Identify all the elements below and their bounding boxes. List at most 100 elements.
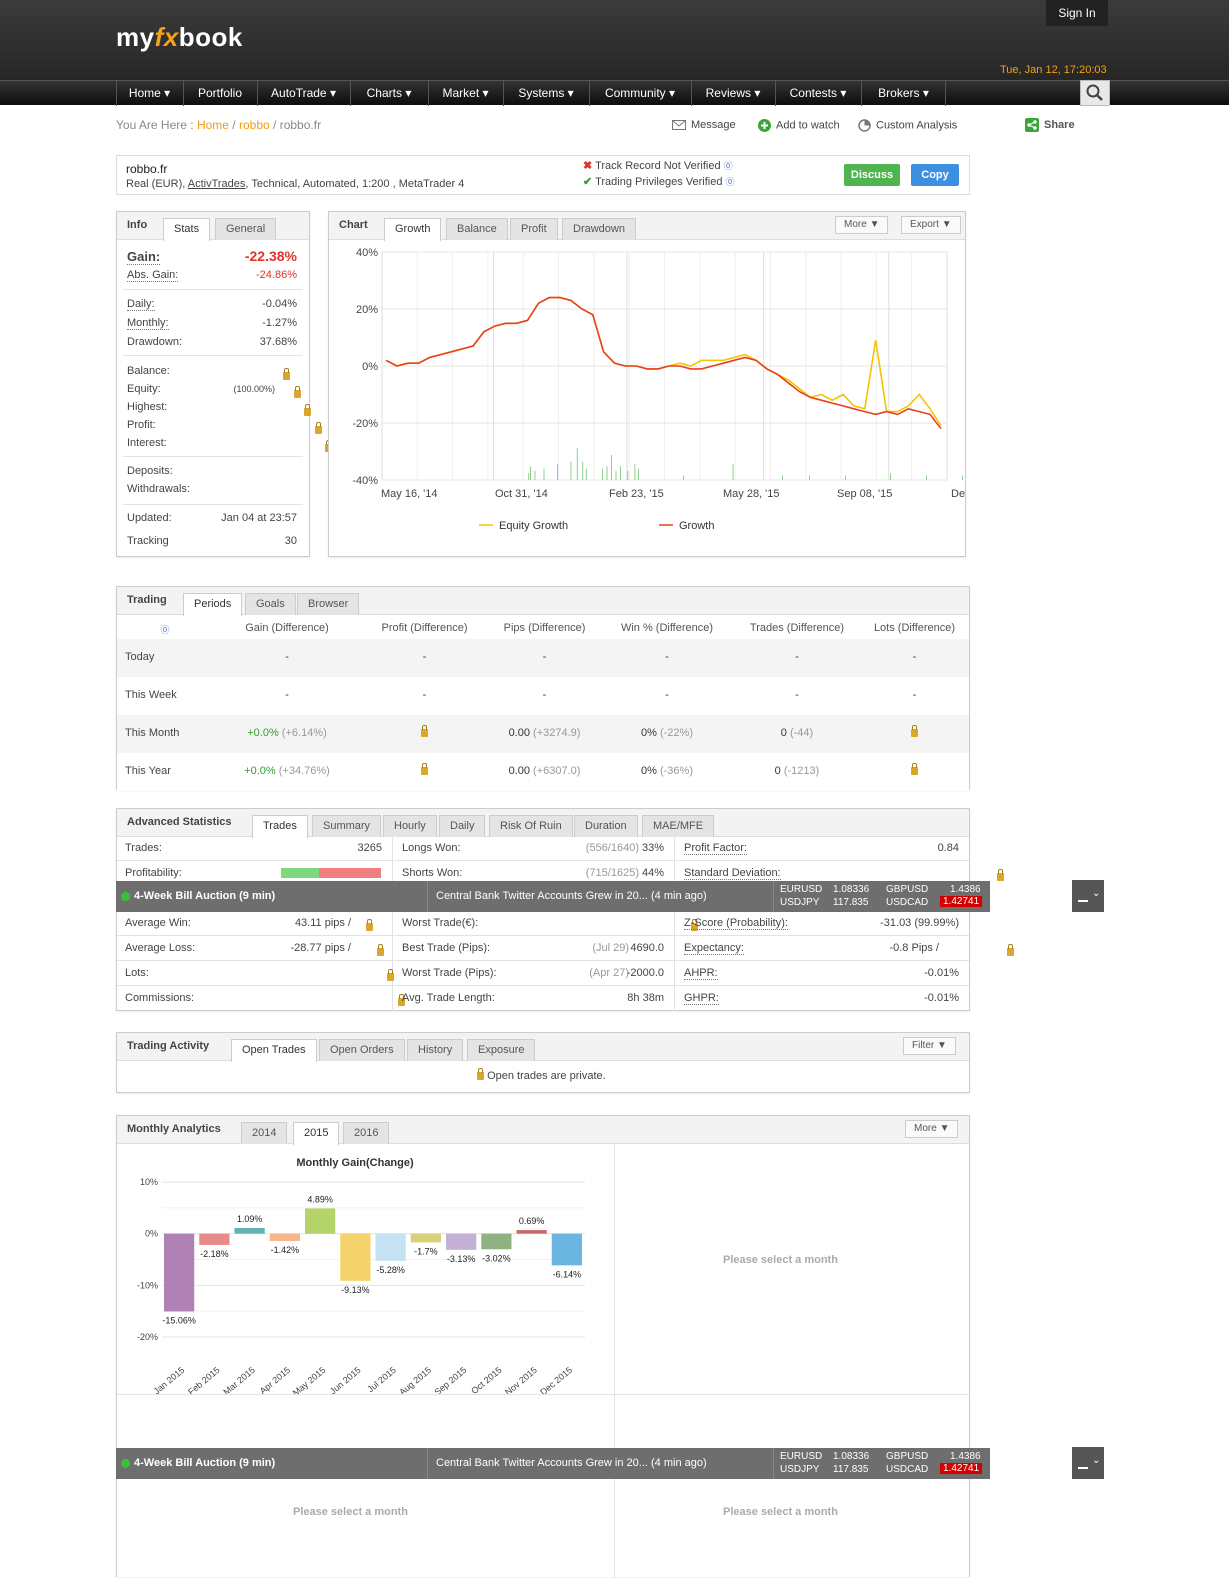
volume-bar xyxy=(611,454,612,480)
ticker-headline-2[interactable]: Central Bank Twitter Accounts Grew in 20… xyxy=(436,881,771,912)
x-tick-label: Dec 16, '15 xyxy=(951,488,965,500)
help-icon[interactable]: ⓪ xyxy=(726,177,735,187)
tab-2014[interactable]: 2014 xyxy=(241,1122,288,1144)
volume-bar xyxy=(809,475,810,480)
nav-market[interactable]: Market ▾ xyxy=(428,81,502,106)
tab-growth[interactable]: Growth xyxy=(384,218,442,241)
bar-data-label: 0.69% xyxy=(519,1216,545,1226)
lots-label: Lots: xyxy=(125,967,149,979)
tab-summary[interactable]: Summary xyxy=(312,815,382,837)
withdrawals-label: Withdrawals: xyxy=(127,483,190,495)
period-label: This Week xyxy=(125,689,177,701)
y-tick-label: 40% xyxy=(356,247,378,259)
col-lots: Lots (Difference) xyxy=(873,622,956,634)
share-link[interactable]: Share xyxy=(1025,118,1075,132)
nav-autotrade[interactable]: AutoTrade ▾ xyxy=(257,81,349,106)
copy-button[interactable]: Copy xyxy=(911,164,959,186)
std-dev-label: Standard Deviation: xyxy=(684,867,781,880)
breadcrumb-user[interactable]: robbo xyxy=(239,118,270,132)
tab-periods[interactable]: Periods xyxy=(183,593,243,616)
tab-exposure[interactable]: Exposure xyxy=(467,1039,536,1061)
avg-trade-length: 8h 38m xyxy=(627,992,664,1004)
tab-2016[interactable]: 2016 xyxy=(343,1122,390,1144)
discuss-button[interactable]: Discuss xyxy=(844,164,900,186)
table-cell: - xyxy=(912,651,917,663)
col-pips: Pips (Difference) xyxy=(503,622,586,634)
tab-profit[interactable]: Profit xyxy=(510,218,558,240)
tab-2015[interactable]: 2015 xyxy=(293,1122,340,1145)
help-icon[interactable]: ⓪ xyxy=(157,623,173,636)
share-icon xyxy=(1025,118,1039,132)
tab-trades[interactable]: Trades xyxy=(252,815,308,838)
divider xyxy=(675,985,969,986)
nav-community[interactable]: Community ▾ xyxy=(589,81,690,106)
breadcrumb-home[interactable]: Home xyxy=(197,118,229,132)
tab-browser[interactable]: Browser xyxy=(297,593,360,615)
usdcad-label: USDCAD xyxy=(886,1464,929,1475)
nav-charts[interactable]: Charts ▾ xyxy=(350,81,427,106)
tab-drawdown[interactable]: Drawdown xyxy=(562,218,636,240)
table-cell: 0 (-44) xyxy=(780,727,814,739)
chart-export-button[interactable]: Export ▼ xyxy=(901,216,961,234)
tab-history[interactable]: History xyxy=(407,1039,464,1061)
volume-bar xyxy=(627,470,629,480)
filter-button[interactable]: Filter ▼ xyxy=(903,1037,956,1055)
myfxbook-logo[interactable]: myfxbook xyxy=(116,22,243,53)
volume-bar xyxy=(620,466,621,480)
message-link[interactable]: Message xyxy=(672,119,736,131)
volume-bar xyxy=(602,468,603,480)
table-cell: - xyxy=(422,689,427,701)
ticker-headline-2[interactable]: Central Bank Twitter Accounts Grew in 20… xyxy=(436,1448,771,1479)
x-tick-label: May 2015 xyxy=(291,1365,328,1394)
tab-mae-mfe[interactable]: MAE/MFE xyxy=(642,815,715,837)
ticker-headline-1[interactable]: 4-Week Bill Auction (9 min) xyxy=(116,1448,428,1479)
sign-in-button[interactable]: Sign In xyxy=(1046,0,1108,26)
chart-more-button[interactable]: More ▼ xyxy=(835,216,889,234)
ticker-headline-1[interactable]: 4-Week Bill Auction (9 min) xyxy=(116,881,428,912)
tab-hourly[interactable]: Hourly xyxy=(383,815,437,837)
divider xyxy=(773,881,774,912)
col-trades: Trades (Difference) xyxy=(749,622,845,634)
ticker-toggle-button[interactable]: ⌄ xyxy=(1072,880,1104,912)
usdcad-value: 1.42741 xyxy=(940,1463,983,1474)
nav-reviews[interactable]: Reviews ▾ xyxy=(691,81,774,106)
breadcrumb: You Are Here : Home / robbo / robbo.fr xyxy=(116,118,322,132)
trading-title: Trading xyxy=(127,594,167,606)
tab-balance[interactable]: Balance xyxy=(446,218,508,240)
gain-value: -22.38% xyxy=(244,248,297,264)
monthly-bar xyxy=(340,1233,371,1281)
nav-portfolio[interactable]: Portfolio xyxy=(183,81,256,106)
tab-daily[interactable]: Daily xyxy=(439,815,486,837)
interest-label: Interest: xyxy=(127,437,167,449)
nav-home[interactable]: Home ▾ xyxy=(116,81,182,106)
tab-open-trades[interactable]: Open Trades xyxy=(231,1039,317,1062)
tab-duration[interactable]: Duration xyxy=(574,815,638,837)
tab-goals[interactable]: Goals xyxy=(245,593,296,615)
search-icon xyxy=(1086,84,1103,101)
divider xyxy=(123,456,303,457)
nav-contests[interactable]: Contests ▾ xyxy=(775,81,860,106)
ticker-toggle-button[interactable]: ⌄ xyxy=(1072,1447,1104,1479)
table-row: This Year +0.0% (+34.76%) 0.00 (+6307.0) 0%… xyxy=(117,753,969,791)
tab-general[interactable]: General xyxy=(215,218,277,240)
nav-systems[interactable]: Systems ▾ xyxy=(503,81,588,106)
tab-open-orders[interactable]: Open Orders xyxy=(319,1039,405,1061)
lock-icon xyxy=(293,386,301,398)
table-row: This Week - - - - - - xyxy=(117,677,969,715)
live-dot-icon xyxy=(121,1459,130,1468)
bar-data-label: 1.09% xyxy=(237,1214,263,1224)
usdcad-value: 1.42741 xyxy=(940,896,983,907)
tab-risk-of-ruin[interactable]: Risk Of Ruin xyxy=(489,815,573,837)
volume-bar xyxy=(634,464,636,480)
row-divider xyxy=(117,1394,969,1395)
monthly-more-button[interactable]: More ▼ xyxy=(905,1120,959,1138)
custom-analysis-link[interactable]: Custom Analysis xyxy=(858,119,957,132)
advanced-title: Advanced Statistics xyxy=(127,816,232,828)
broker-link[interactable]: ActivTrades xyxy=(188,178,246,190)
nav-brokers[interactable]: Brokers ▾ xyxy=(861,81,946,106)
add-to-watch-link[interactable]: Add to watch xyxy=(758,119,840,132)
help-icon[interactable]: ⓪ xyxy=(724,161,733,171)
tab-stats[interactable]: Stats xyxy=(163,218,211,241)
search-button[interactable] xyxy=(1080,80,1110,106)
news-ticker: 4-Week Bill Auction (9 min) Central Bank… xyxy=(116,1448,990,1479)
